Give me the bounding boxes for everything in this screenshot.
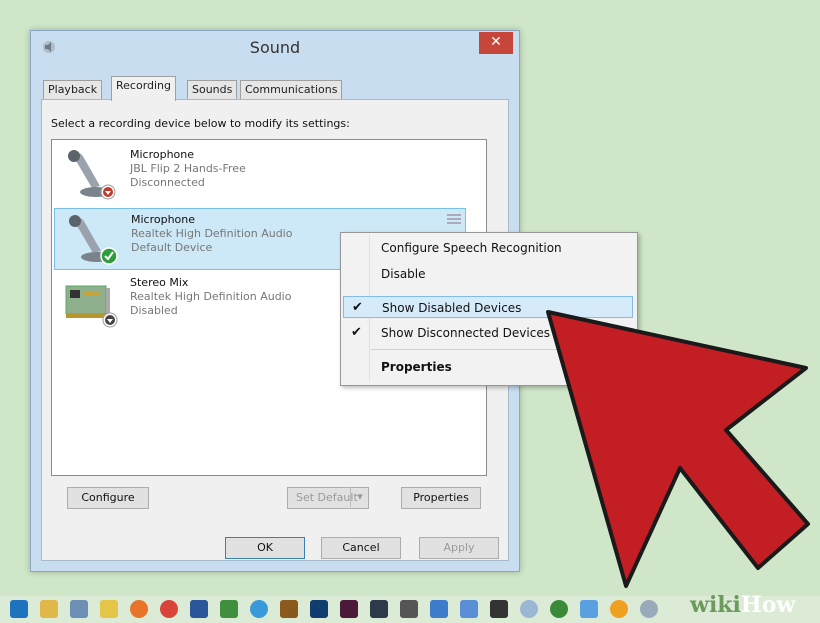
menu-item-label: Show Disabled Devices: [382, 301, 522, 315]
instruction-text: Select a recording device below to modif…: [51, 117, 350, 130]
window-title: Sound: [249, 38, 301, 57]
lightroom-icon[interactable]: [370, 600, 388, 618]
configure-button[interactable]: Configure: [67, 487, 149, 509]
device-name: Stereo Mix: [130, 276, 189, 289]
app-icon[interactable]: [580, 600, 598, 618]
menu-item-label: Disable: [381, 267, 426, 281]
menu-item-configure-speech[interactable]: Configure Speech Recognition: [343, 237, 633, 259]
browser-icon[interactable]: [250, 600, 268, 618]
device-name: Microphone: [130, 148, 195, 161]
app-icon[interactable]: [490, 600, 508, 618]
menu-item-disable[interactable]: Disable: [343, 263, 633, 285]
photoshop-icon[interactable]: [310, 600, 328, 618]
checkmark-icon: ✔: [351, 325, 362, 340]
properties-button[interactable]: Properties: [401, 487, 481, 509]
device-driver: Realtek High Definition Audio: [130, 290, 292, 303]
device-status: Default Device: [131, 241, 213, 254]
tab-playback[interactable]: Playback: [43, 80, 103, 100]
watermark-how: How: [740, 592, 796, 618]
microphone-icon: [68, 150, 116, 200]
file-explorer-icon[interactable]: [40, 600, 58, 618]
device-item[interactable]: Microphone JBL Flip 2 Hands-Free Disconn…: [54, 144, 464, 204]
tab-communications[interactable]: Communications: [240, 80, 343, 100]
folder-icon[interactable]: [100, 600, 118, 618]
menu-item-label: Configure Speech Recognition: [381, 241, 562, 255]
tab-sounds[interactable]: Sounds: [187, 80, 238, 100]
apply-button[interactable]: Apply: [419, 537, 499, 559]
app-icon[interactable]: [460, 600, 478, 618]
red-arrow-icon: [546, 310, 810, 588]
checkmark-icon: ✔: [352, 300, 363, 315]
sound-card-icon: [65, 285, 118, 328]
cancel-button[interactable]: Cancel: [321, 537, 401, 559]
app-icon[interactable]: [640, 600, 658, 618]
wikihow-watermark: wikiHow: [690, 592, 795, 618]
device-status: Disabled: [130, 304, 178, 317]
device-driver: Realtek High Definition Audio: [131, 227, 293, 240]
app-icon[interactable]: [430, 600, 448, 618]
watermark-wiki: wiki: [690, 592, 741, 618]
menu-item-label: Properties: [381, 360, 452, 374]
indesign-icon[interactable]: [340, 600, 358, 618]
app-icon[interactable]: [70, 600, 88, 618]
set-default-button[interactable]: Set Default ▾: [287, 487, 369, 509]
device-name: Microphone: [131, 213, 196, 226]
app-icon[interactable]: [550, 600, 568, 618]
windows-start-icon[interactable]: [10, 600, 28, 618]
word-icon[interactable]: [190, 600, 208, 618]
menu-item-label: Show Disconnected Devices: [381, 326, 550, 340]
ok-button[interactable]: OK: [225, 537, 305, 559]
tab-recording[interactable]: Recording: [111, 76, 177, 101]
set-default-label: Set Default: [296, 491, 358, 504]
close-button[interactable]: ✕: [479, 32, 513, 54]
app-icon[interactable]: [400, 600, 418, 618]
dropdown-arrow-icon[interactable]: ▾: [350, 487, 369, 507]
app-icon[interactable]: [520, 600, 538, 618]
microphone-icon: [69, 215, 118, 265]
app-icon[interactable]: [610, 600, 628, 618]
app-icon[interactable]: [280, 600, 298, 618]
spreadsheet-icon[interactable]: [220, 600, 238, 618]
device-driver: JBL Flip 2 Hands-Free: [130, 162, 246, 175]
chrome-icon[interactable]: [160, 600, 178, 618]
firefox-icon[interactable]: [130, 600, 148, 618]
level-meter-icon: [447, 214, 461, 224]
device-status: Disconnected: [130, 176, 205, 189]
